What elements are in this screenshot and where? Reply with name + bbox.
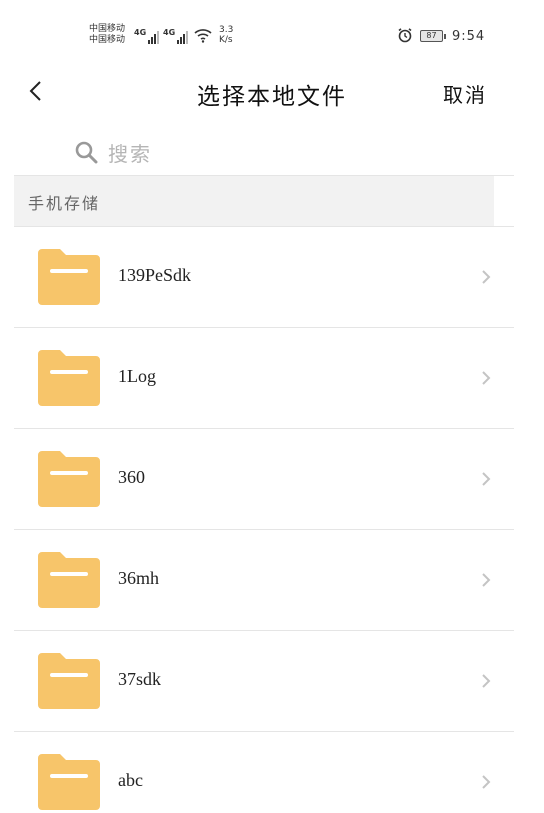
folder-row[interactable]: 37sdk <box>14 631 514 732</box>
signal-2-icon: 4G <box>163 28 189 44</box>
chevron-right-icon <box>482 775 491 789</box>
folder-name: abc <box>118 770 143 790</box>
status-bar: 中国移动 中国移动 4G 4G 3.3 K/s 87 9:54 <box>0 0 544 56</box>
search-icon <box>75 141 98 164</box>
folder-name: 36mh <box>118 568 160 588</box>
search-bar[interactable]: 搜索 <box>74 136 152 168</box>
speed-value: 3.3 <box>219 25 234 35</box>
chevron-right-icon <box>482 674 491 688</box>
folder-list: 139PeSdk 1Log 360 36mh 37sdk abc <box>14 227 514 813</box>
clock: 9:54 <box>452 29 486 44</box>
search-input[interactable]: 搜索 <box>108 138 152 167</box>
folder-icon <box>38 249 100 305</box>
folder-row[interactable]: abc <box>14 732 514 813</box>
folder-icon <box>38 350 100 406</box>
carrier-2: 中国移动 <box>89 35 126 45</box>
chevron-right-icon <box>482 270 491 284</box>
folder-name: 360 <box>118 467 145 487</box>
folder-row[interactable]: 360 <box>14 429 514 530</box>
alarm-icon <box>398 28 412 43</box>
battery-icon: 87 <box>420 30 446 42</box>
folder-icon <box>38 552 100 608</box>
carrier-labels: 中国移动 中国移动 <box>89 24 125 46</box>
section-header: 手机存储 <box>14 176 494 226</box>
cancel-button[interactable]: 取消 <box>443 79 487 108</box>
folder-row[interactable]: 36mh <box>14 530 514 631</box>
network-tag-2: 4G <box>163 28 176 37</box>
chevron-right-icon <box>482 573 491 587</box>
folder-name: 1Log <box>118 366 156 386</box>
speed-unit: K/s <box>219 35 233 45</box>
folder-icon <box>38 653 100 709</box>
network-speed: 3.3 K/s <box>219 25 233 45</box>
carrier-1: 中国移动 <box>89 24 126 34</box>
wifi-icon <box>194 29 212 43</box>
network-tag-1: 4G <box>134 28 147 37</box>
chevron-right-icon <box>482 371 491 385</box>
folder-row[interactable]: 1Log <box>14 328 514 429</box>
folder-name: 37sdk <box>118 669 162 689</box>
chevron-right-icon <box>482 472 491 486</box>
folder-row[interactable]: 139PeSdk <box>14 227 514 328</box>
folder-icon <box>38 451 100 507</box>
signal-1-icon: 4G <box>134 28 160 44</box>
folder-name: 139PeSdk <box>118 265 192 285</box>
folder-icon <box>38 754 100 810</box>
section-label: 手机存储 <box>28 194 101 213</box>
